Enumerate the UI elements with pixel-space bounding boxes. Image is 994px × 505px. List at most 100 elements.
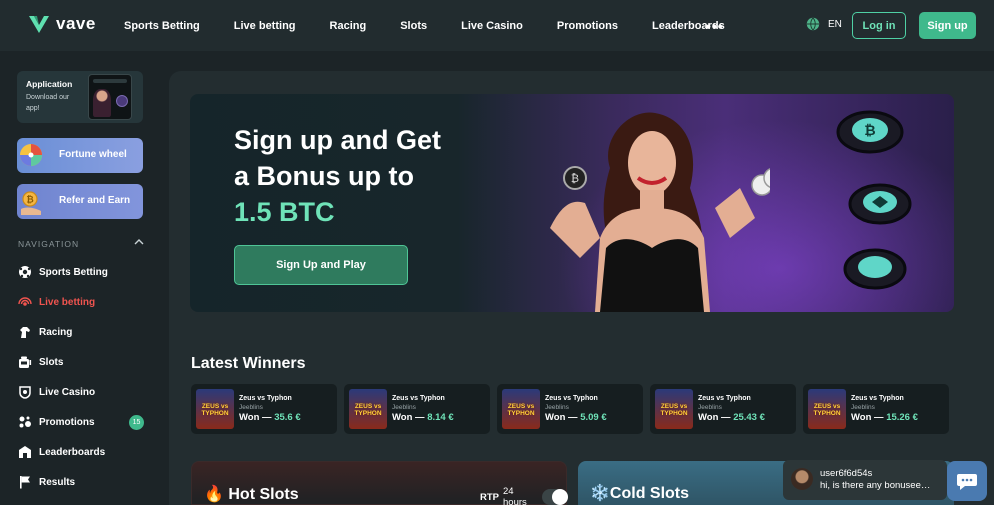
fortune-wheel-button[interactable]: Fortune wheel bbox=[17, 138, 143, 173]
brand-logo[interactable]: vave bbox=[28, 13, 96, 35]
winner-amount: Won — 25.43 € bbox=[698, 412, 765, 423]
hero-bonus-amount: 1.5 BTC bbox=[234, 197, 335, 227]
sidebar-item-label: Leaderboards bbox=[39, 446, 106, 458]
winner-game: Zeus vs Typhon bbox=[545, 395, 598, 402]
latest-winners-list: ZEUS vs TYPHON Zeus vs Typhon Jeeblins W… bbox=[191, 384, 949, 434]
app-download-card[interactable]: Application Download our app! bbox=[17, 71, 143, 123]
winner-user: Jeeblins bbox=[545, 404, 569, 411]
main-nav: Sports Betting Live betting Racing Slots… bbox=[124, 0, 759, 51]
sidebar-item-label: Racing bbox=[39, 326, 73, 338]
sidebar: Application Download our app! Fortune wh… bbox=[0, 51, 162, 505]
game-thumbnail-text: ZEUS vs TYPHON bbox=[354, 403, 382, 417]
hero-line-2: a Bonus up to bbox=[234, 161, 414, 191]
sidebar-item-live-casino[interactable]: Live Casino bbox=[18, 384, 95, 400]
vave-logo-icon bbox=[29, 16, 49, 33]
language-code: EN bbox=[828, 18, 842, 30]
rtp-toggle[interactable]: RTP 24 hours bbox=[480, 486, 568, 505]
winner-card[interactable]: ZEUS vs TYPHON Zeus vs Typhon Jeeblins W… bbox=[497, 384, 643, 434]
login-button[interactable]: Log in bbox=[852, 12, 906, 39]
latest-winners-title: Latest Winners bbox=[191, 355, 306, 372]
cold-slots-title: ❄️Cold Slots bbox=[590, 485, 690, 502]
hero-line-1: Sign up and Get bbox=[234, 125, 441, 155]
chat-bubble-icon bbox=[957, 474, 977, 490]
winner-card[interactable]: ZEUS vs TYPHON Zeus vs Typhon Jeeblins W… bbox=[803, 384, 949, 434]
sidebar-item-sports-betting[interactable]: Sports Betting bbox=[18, 264, 108, 280]
signup-and-play-button[interactable]: Sign Up and Play bbox=[234, 245, 408, 285]
sidebar-item-slots[interactable]: Slots bbox=[18, 354, 63, 370]
soccer-ball-icon bbox=[19, 266, 31, 278]
nav-racing[interactable]: Racing bbox=[330, 20, 367, 32]
game-thumbnail: ZEUS vs TYPHON bbox=[349, 389, 387, 429]
winner-game: Zeus vs Typhon bbox=[239, 395, 292, 402]
svg-text:₿: ₿ bbox=[571, 172, 579, 185]
hot-slots-panel: 🔥 Hot Slots RTP 24 hours bbox=[191, 461, 568, 505]
chat-launcher-button[interactable] bbox=[947, 461, 987, 501]
flag-icon bbox=[20, 476, 30, 489]
nav-sports-betting[interactable]: Sports Betting bbox=[124, 20, 200, 32]
sidebar-item-label: Live betting bbox=[39, 296, 96, 308]
nav-promotions[interactable]: Promotions bbox=[557, 20, 618, 32]
trophy-icon bbox=[19, 446, 31, 458]
crypto-coins-image: ₿ bbox=[836, 110, 912, 290]
rtp-label: RTP bbox=[480, 491, 499, 503]
sidebar-item-live-betting[interactable]: Live betting bbox=[18, 294, 95, 310]
svg-text:₿: ₿ bbox=[26, 195, 33, 206]
game-thumbnail: ZEUS vs TYPHON bbox=[196, 389, 234, 429]
sidebar-item-label: Slots bbox=[39, 356, 64, 368]
sidebar-item-label: Promotions bbox=[39, 416, 95, 428]
live-signal-icon bbox=[18, 297, 32, 306]
refer-earn-button[interactable]: ₿ Refer and Earn bbox=[17, 184, 143, 219]
hero-title: Sign up and Get a Bonus up to 1.5 BTC bbox=[234, 122, 494, 230]
hero-woman-image: ₿ bbox=[550, 112, 770, 312]
sidebar-item-results[interactable]: Results bbox=[18, 474, 75, 490]
sidebar-item-label: Results bbox=[39, 476, 76, 488]
chat-username: user6f6d54s bbox=[820, 468, 873, 479]
nav-live-casino[interactable]: Live Casino bbox=[461, 20, 523, 32]
refer-coin-icon: ₿ bbox=[21, 191, 41, 215]
sidebar-item-label: Sports Betting bbox=[39, 266, 108, 278]
refer-earn-label: Refer and Earn bbox=[59, 195, 131, 206]
chevron-up-icon[interactable] bbox=[134, 238, 144, 246]
chip-icon bbox=[19, 386, 31, 399]
globe-icon bbox=[806, 17, 820, 31]
winner-card[interactable]: ZEUS vs TYPHON Zeus vs Typhon Jeeblins W… bbox=[344, 384, 490, 434]
sidebar-item-leaderboards[interactable]: Leaderboards bbox=[18, 444, 105, 460]
game-thumbnail-text: ZEUS vs TYPHON bbox=[507, 403, 535, 417]
winner-game: Zeus vs Typhon bbox=[698, 395, 751, 402]
fortune-wheel-icon bbox=[20, 144, 42, 166]
winner-user: Jeeblins bbox=[851, 404, 875, 411]
winner-card[interactable]: ZEUS vs TYPHON Zeus vs Typhon Jeeblins W… bbox=[191, 384, 337, 434]
svg-text:₿: ₿ bbox=[864, 123, 875, 139]
sidebar-item-label: Live Casino bbox=[39, 386, 96, 398]
game-thumbnail: ZEUS vs TYPHON bbox=[655, 389, 693, 429]
game-thumbnail-text: ZEUS vs TYPHON bbox=[660, 403, 688, 417]
signup-button[interactable]: Sign up bbox=[919, 12, 976, 39]
chat-preview[interactable]: user6f6d54s hi, is there any bonusee… bbox=[783, 460, 947, 500]
slot-machine-icon bbox=[19, 356, 32, 368]
rtp-period: 24 hours bbox=[503, 486, 527, 505]
winner-amount: Won — 5.09 € bbox=[545, 412, 607, 423]
nav-slots[interactable]: Slots bbox=[400, 20, 427, 32]
more-menu-icon[interactable]: ••• bbox=[706, 18, 724, 34]
sidebar-item-promotions[interactable]: Promotions bbox=[18, 414, 95, 430]
rtp-switch[interactable] bbox=[541, 489, 568, 505]
hot-slots-title: 🔥 Hot Slots bbox=[204, 486, 299, 503]
horse-icon bbox=[20, 327, 30, 338]
promotions-count-badge: 15 bbox=[129, 415, 144, 430]
top-header: vave Sports Betting Live betting Racing … bbox=[0, 0, 994, 51]
winner-game: Zeus vs Typhon bbox=[851, 395, 904, 402]
brand-name: vave bbox=[56, 14, 96, 33]
winner-user: Jeeblins bbox=[239, 404, 263, 411]
avatar bbox=[791, 468, 813, 490]
language-selector[interactable]: EN bbox=[806, 17, 842, 31]
winner-card[interactable]: ZEUS vs TYPHON Zeus vs Typhon Jeeblins W… bbox=[650, 384, 796, 434]
sidebar-item-racing[interactable]: Racing bbox=[18, 324, 72, 340]
chat-message: hi, is there any bonusee… bbox=[820, 480, 931, 491]
hero-banner[interactable]: Sign up and Get a Bonus up to 1.5 BTC Si… bbox=[190, 94, 954, 312]
winner-game: Zeus vs Typhon bbox=[392, 395, 445, 402]
phone-image bbox=[88, 74, 132, 120]
nav-live-betting[interactable]: Live betting bbox=[234, 20, 296, 32]
winner-user: Jeeblins bbox=[392, 404, 416, 411]
app-card-title: Application bbox=[26, 79, 73, 89]
game-thumbnail: ZEUS vs TYPHON bbox=[502, 389, 540, 429]
